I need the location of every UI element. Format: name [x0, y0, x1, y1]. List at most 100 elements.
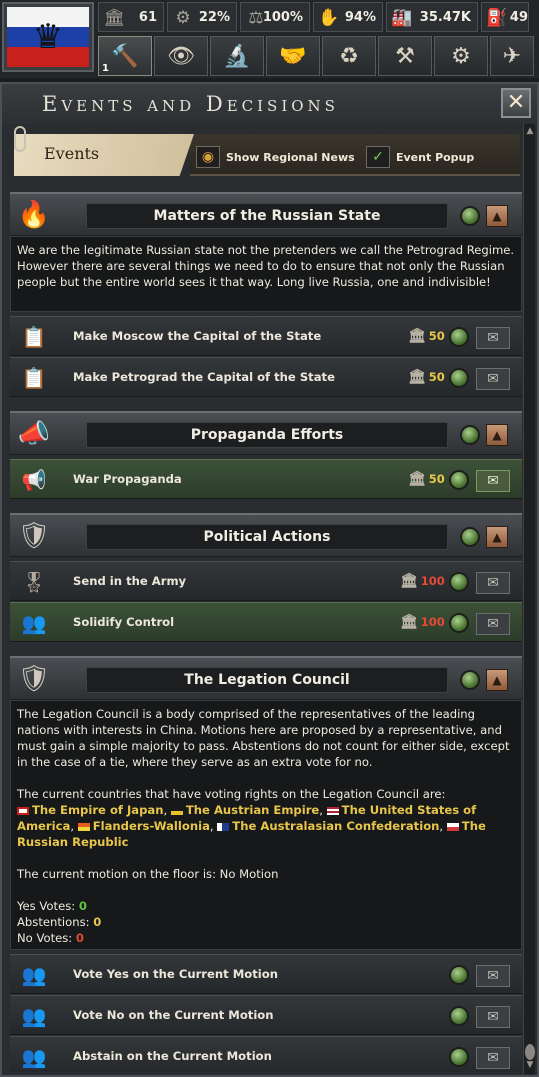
checkmark-icon: ✓ — [366, 146, 390, 168]
megaphone-icon: 📣 — [17, 419, 51, 449]
decision-row[interactable]: 👥 Solidify Control 🏛 100 ✉ — [10, 602, 522, 642]
scroll-up-arrow-icon[interactable]: ▲ — [525, 126, 535, 138]
decision-label: Solidify Control — [73, 615, 175, 629]
fuel-display[interactable]: ⛽ 49 — [481, 2, 529, 32]
research-button[interactable]: 🔬 — [210, 36, 264, 76]
fuel-value: 49 — [509, 9, 528, 25]
country-name: The Australasian Confederation — [232, 819, 440, 833]
tab-strip: ◉ Show Regional News ✓ Event Popup — [190, 134, 520, 176]
decision-row[interactable]: 🎖 Send in the Army 🏛 100 ✉ — [10, 561, 522, 601]
decision-row[interactable]: 👥 Vote No on the Current Motion ✉ — [10, 995, 522, 1035]
panel-title: Events and Decisions — [42, 92, 339, 116]
political-power-display[interactable]: 🏛 61 — [98, 2, 164, 32]
status-dot-icon — [460, 206, 480, 226]
envelope-icon[interactable]: ✉ — [476, 1047, 510, 1069]
separator: , — [163, 803, 168, 817]
decision-label: Make Moscow the Capital of the State — [73, 329, 322, 343]
category-russian-state[interactable]: 🔥 Matters of the Russian State ▲ — [10, 192, 522, 236]
country-flag[interactable]: ♛ — [2, 2, 94, 72]
army-button[interactable]: ✈ — [490, 36, 534, 76]
diplomacy-button[interactable]: 🤝 — [266, 36, 320, 76]
stability-icon: ⚙ — [175, 8, 191, 28]
decision-row[interactable]: 👥 Vote Yes on the Current Motion ✉ — [10, 954, 522, 994]
no-votes-line: No Votes: 0 — [17, 930, 515, 946]
cost-value: 100 — [420, 615, 445, 629]
fire-icon: 🔥 — [17, 200, 51, 230]
shield-icon: 🛡 — [17, 664, 51, 694]
collapse-button[interactable]: ▲ — [486, 526, 508, 548]
envelope-icon[interactable]: ✉ — [476, 327, 510, 349]
separator: , — [70, 819, 74, 833]
manpower-display[interactable]: ✋ 94% — [313, 2, 383, 32]
event-popup-toggle[interactable]: ✓ Event Popup — [366, 146, 474, 168]
decision-label: Abstain on the Current Motion — [73, 1049, 272, 1063]
status-dot-icon — [449, 1047, 469, 1067]
top-bar: ♛ 🏛 61 ⚙ 22% ⚖ 100% ✋ 94% 🏭 35.47K ⛽ 49 — [0, 0, 539, 78]
status-dot-icon — [449, 470, 469, 490]
no-votes-value: 0 — [75, 931, 84, 945]
trade-button[interactable]: ♻ — [322, 36, 376, 76]
austria-flag-icon — [170, 806, 183, 815]
decision-label: Vote No on the Current Motion — [73, 1008, 274, 1022]
category-political-actions[interactable]: 🛡 Political Actions ▲ — [10, 513, 522, 557]
russian-state-description: We are the legitimate Russian state not … — [17, 243, 515, 289]
factories-display[interactable]: 🏭 35.47K — [386, 2, 478, 32]
globe-icon: ◉ — [196, 146, 220, 168]
show-regional-news-label: Show Regional News — [226, 150, 355, 164]
political-power-icon: 🏛 — [408, 369, 426, 385]
trade-icon: ♻ — [339, 43, 359, 69]
envelope-icon[interactable]: ✉ — [476, 613, 510, 635]
manpower-icon: ✋ — [318, 8, 340, 28]
intelligence-button[interactable]: 👁 — [154, 36, 208, 76]
close-button[interactable]: ✕ — [501, 88, 531, 118]
collapse-button[interactable]: ▲ — [486, 669, 508, 691]
legation-motion: The current motion on the floor is: No M… — [17, 867, 279, 881]
category-title: Propaganda Efforts — [86, 422, 448, 448]
separator: , — [439, 819, 444, 833]
decision-row[interactable]: 👥 Abstain on the Current Motion ✉ — [10, 1036, 522, 1072]
political-power-icon: 🏛 — [400, 573, 418, 589]
category-legation-council[interactable]: 🛡 The Legation Council ▲ — [10, 656, 522, 700]
collapse-button[interactable]: ▲ — [486, 205, 508, 227]
production-button[interactable]: ⚙ — [434, 36, 488, 76]
scroll-down-arrow-icon[interactable]: ▼ — [525, 1060, 535, 1072]
cost-value: 50 — [428, 472, 445, 486]
status-dot-icon — [449, 965, 469, 985]
decisions-badge: 1 — [102, 63, 109, 74]
status-dot-icon — [449, 613, 469, 633]
usa-flag-icon — [326, 806, 339, 815]
envelope-icon[interactable]: ✉ — [476, 368, 510, 390]
war-support-display[interactable]: ⚖ 100% — [240, 2, 310, 32]
people-icon: 👥 — [21, 1004, 47, 1028]
envelope-icon[interactable]: ✉ — [476, 470, 510, 492]
envelope-icon[interactable]: ✉ — [476, 1006, 510, 1028]
show-regional-news-toggle[interactable]: ◉ Show Regional News — [196, 146, 355, 168]
status-dot-icon — [460, 670, 480, 690]
category-title: The Legation Council — [86, 667, 448, 693]
russia-flag-icon: ♛ — [7, 7, 89, 67]
factories-icon: 🏭 — [391, 8, 413, 28]
clipboard-icon: 📋 — [21, 325, 47, 349]
japan-flag-icon — [17, 806, 29, 815]
collapse-button[interactable]: ▲ — [486, 424, 508, 446]
panel-header: Events and Decisions ✕ — [2, 84, 537, 124]
decisions-button[interactable]: 🔨 1 — [98, 36, 152, 76]
scrollbar[interactable]: ▲ ▼ — [523, 124, 535, 1074]
category-propaganda[interactable]: 📣 Propaganda Efforts ▲ — [10, 411, 522, 455]
envelope-icon[interactable]: ✉ — [476, 965, 510, 987]
tab-events[interactable]: Events — [14, 134, 194, 176]
clipboard-icon: 📋 — [21, 366, 47, 390]
scroll-thumb[interactable] — [525, 1044, 535, 1060]
paperclip-icon — [14, 126, 26, 152]
envelope-icon[interactable]: ✉ — [476, 572, 510, 594]
yes-votes-label: Yes Votes: — [17, 899, 76, 913]
category-description: The Legation Council is a body comprised… — [10, 700, 522, 950]
decision-row[interactable]: 📋 Make Moscow the Capital of the State 🏛… — [10, 316, 522, 356]
status-dot-icon — [449, 1006, 469, 1026]
decision-row[interactable]: 📋 Make Petrograd the Capital of the Stat… — [10, 357, 522, 397]
decision-row[interactable]: 📢 War Propaganda 🏛 50 ✉ — [10, 459, 522, 499]
construction-button[interactable]: ⚒ — [378, 36, 432, 76]
abstentions-label: Abstentions: — [17, 915, 90, 929]
country-name: The Empire of Japan — [32, 803, 164, 817]
stability-display[interactable]: ⚙ 22% — [167, 2, 237, 32]
